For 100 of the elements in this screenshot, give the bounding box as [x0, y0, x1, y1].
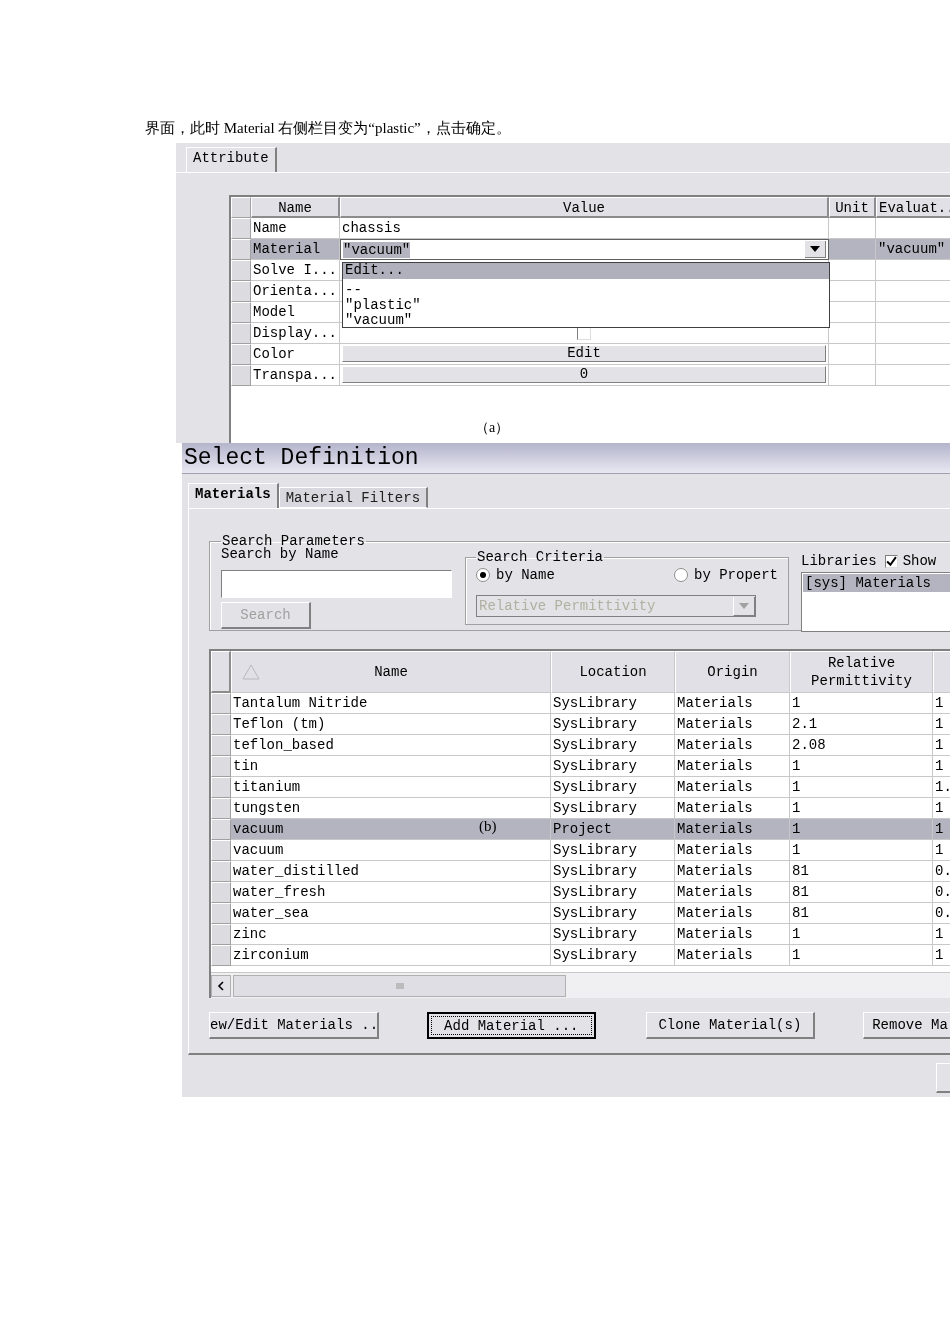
row-header[interactable] [211, 777, 231, 798]
column-header[interactable]: Name [251, 197, 340, 218]
table-cell: water_distilled [231, 861, 551, 882]
scroll-thumb[interactable] [233, 974, 566, 997]
table-cell: Materials [675, 882, 790, 903]
field-label: Search by Name [221, 546, 340, 562]
table-cell: 0. [933, 882, 950, 903]
menu-item[interactable]: -- [343, 283, 829, 298]
property-name-cell: Solve I... [251, 260, 340, 281]
table-cell: Materials [675, 756, 790, 777]
property-name-cell: Model [251, 302, 340, 323]
column-header[interactable]: Unit [829, 197, 876, 218]
table-cell: 81 [790, 861, 933, 882]
figure-label: (b) [479, 818, 497, 835]
menu-item[interactable]: ″vacuum″ [343, 313, 829, 328]
list-item[interactable]: [sys] Materials [803, 574, 950, 592]
table-cell: titanium [231, 777, 551, 798]
table-cell: 0. [933, 903, 950, 924]
table-cell: water_sea [231, 903, 551, 924]
table-cell: 0. [933, 861, 950, 882]
table-cell: Teflon (tm) [231, 714, 551, 735]
row-header[interactable] [211, 798, 231, 819]
row-header[interactable] [211, 819, 231, 840]
radio-button[interactable] [476, 568, 490, 582]
action-button[interactable]: ew/Edit Materials .. [209, 1012, 379, 1039]
row-header[interactable] [231, 218, 251, 239]
table-cell: SysLibrary [551, 861, 675, 882]
table-cell: Materials [675, 819, 790, 840]
property-name-cell: Transpa... [251, 365, 340, 386]
row-header[interactable] [211, 693, 231, 714]
row-header[interactable] [211, 714, 231, 735]
table-cell: 1 [790, 840, 933, 861]
scroll-left-icon[interactable] [211, 974, 231, 997]
action-button[interactable]: Clone Material(s) [645, 1012, 816, 1039]
material-dropdown[interactable]: ″vacuum″ [340, 239, 829, 260]
evaluated-cell: ″vacuum″ [876, 239, 950, 260]
row-header[interactable] [211, 756, 231, 777]
table-cell: 1 [933, 735, 950, 756]
row-header[interactable] [211, 861, 231, 882]
group-title: Search Criteria [476, 549, 605, 565]
column-header[interactable]: Location [551, 651, 675, 693]
column-header[interactable]: Origin [675, 651, 790, 693]
row-header[interactable] [211, 903, 231, 924]
table-cell: 2.1 [790, 714, 933, 735]
table-cell: zinc [231, 924, 551, 945]
row-header[interactable] [211, 945, 231, 966]
table-cell: 1 [933, 924, 950, 945]
cell-button[interactable]: 0 [342, 366, 826, 383]
caption-text: 界面，此时 Material 右侧栏目变为“plastic”，点击确定。 [145, 119, 512, 137]
table-cell: SysLibrary [551, 924, 675, 945]
row-header[interactable] [231, 260, 251, 281]
menu-item[interactable]: Edit... [343, 263, 829, 279]
property-name-cell: Color [251, 344, 340, 365]
table-cell: 1 [790, 777, 933, 798]
search-field[interactable] [221, 570, 452, 598]
table-cell: 1 [790, 924, 933, 945]
table-cell: 1. [933, 777, 950, 798]
row-header[interactable] [211, 735, 231, 756]
checkbox-label[interactable]: Show [902, 553, 937, 569]
row-header[interactable] [231, 344, 251, 365]
table-cell: Materials [675, 735, 790, 756]
radio-label[interactable]: by Name [496, 567, 555, 583]
table-cell: Materials [675, 861, 790, 882]
checkbox[interactable] [884, 554, 898, 568]
tab[interactable]: Attribute [186, 147, 277, 172]
column-header[interactable]: Name [231, 651, 551, 693]
row-header[interactable] [211, 924, 231, 945]
tab[interactable]: Materials [188, 483, 279, 508]
row-header[interactable] [231, 365, 251, 386]
column-header[interactable]: Relative Permittivity [790, 651, 933, 693]
action-button[interactable]: Remove Ma [863, 1012, 950, 1039]
row-header[interactable] [211, 882, 231, 903]
table-cell: Materials [675, 777, 790, 798]
radio-button[interactable] [674, 568, 688, 582]
action-button[interactable]: Add Material ... [427, 1012, 596, 1039]
table-cell: Tantalum Nitride [231, 693, 551, 714]
menu-item[interactable]: ″plastic″ [343, 298, 829, 313]
table-cell: 1 [933, 693, 950, 714]
table-cell: 1 [933, 945, 950, 966]
row-header[interactable] [211, 840, 231, 861]
dialog-title: Select Definition [184, 445, 419, 471]
radio-label[interactable]: by Propert [694, 567, 778, 583]
row-header[interactable] [231, 281, 251, 302]
row-header[interactable] [231, 323, 251, 344]
row-header[interactable] [231, 239, 251, 260]
table-cell: 1 [933, 714, 950, 735]
cut-off-button[interactable] [936, 1063, 950, 1093]
table-cell: 1 [790, 693, 933, 714]
table-cell: 1 [933, 756, 950, 777]
table-cell: SysLibrary [551, 756, 675, 777]
tab[interactable]: Material Filters [278, 487, 429, 508]
table-cell: Materials [675, 714, 790, 735]
row-header[interactable] [231, 302, 251, 323]
column-header[interactable] [933, 651, 950, 693]
horizontal-scrollbar[interactable] [211, 972, 950, 998]
table-cell: 2.08 [790, 735, 933, 756]
table-cell: Materials [675, 903, 790, 924]
table-cell: Materials [675, 840, 790, 861]
cell-button[interactable]: Edit [342, 345, 826, 362]
column-header[interactable]: Value [340, 197, 829, 218]
